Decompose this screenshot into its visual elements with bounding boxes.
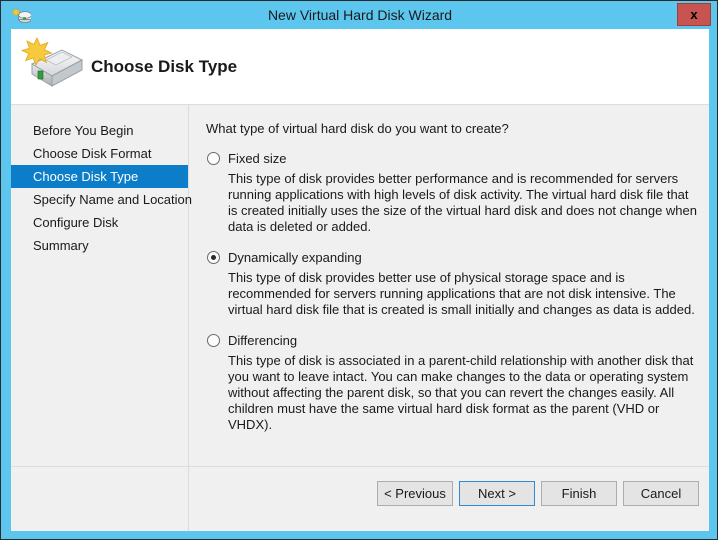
wizard-window: New Virtual Hard Disk Wizard x	[0, 0, 718, 540]
option-label-dynamically-expanding: Dynamically expanding	[228, 250, 362, 265]
previous-button[interactable]: < Previous	[377, 481, 453, 506]
wizard-header: Choose Disk Type	[11, 29, 709, 105]
option-label-differencing: Differencing	[228, 333, 297, 348]
footer-button-bar: < Previous Next > Finish Cancel	[11, 467, 709, 531]
page-title: Choose Disk Type	[91, 29, 237, 104]
option-description-fixed-size: This type of disk provides better perfor…	[228, 171, 699, 235]
content-question: What type of virtual hard disk do you wa…	[206, 121, 699, 136]
radio-unchecked-icon	[207, 334, 220, 347]
sidebar-item-summary[interactable]: Summary	[11, 234, 188, 257]
sidebar-item-specify-name-and-location[interactable]: Specify Name and Location	[11, 188, 188, 211]
radio-unchecked-icon	[207, 152, 220, 165]
next-button[interactable]: Next >	[459, 481, 535, 506]
option-description-dynamically-expanding: This type of disk provides better use of…	[228, 270, 699, 318]
finish-button[interactable]: Finish	[541, 481, 617, 506]
option-label-fixed-size: Fixed size	[228, 151, 287, 166]
radio-checked-icon	[207, 251, 220, 264]
sidebar-item-configure-disk[interactable]: Configure Disk	[11, 211, 188, 234]
title-bar: New Virtual Hard Disk Wizard x	[1, 1, 718, 29]
radio-dynamically-expanding[interactable]: Dynamically expanding	[206, 249, 699, 267]
option-fixed-size: Fixed size This type of disk provides be…	[206, 150, 699, 235]
sidebar-item-choose-disk-format[interactable]: Choose Disk Format	[11, 142, 188, 165]
close-button[interactable]: x	[677, 3, 711, 26]
radio-differencing[interactable]: Differencing	[206, 332, 699, 350]
sidebar-item-before-you-begin[interactable]: Before You Begin	[11, 119, 188, 142]
hard-disk-icon	[16, 34, 86, 96]
sidebar-item-choose-disk-type[interactable]: Choose Disk Type	[11, 165, 188, 188]
option-differencing: Differencing This type of disk is associ…	[206, 332, 699, 433]
option-dynamically-expanding: Dynamically expanding This type of disk …	[206, 249, 699, 318]
client-area: Choose Disk Type Before You Begin Choose…	[11, 29, 709, 531]
cancel-button[interactable]: Cancel	[623, 481, 699, 506]
window-title: New Virtual Hard Disk Wizard	[1, 1, 718, 29]
radio-fixed-size[interactable]: Fixed size	[206, 150, 699, 168]
option-description-differencing: This type of disk is associated in a par…	[228, 353, 699, 433]
